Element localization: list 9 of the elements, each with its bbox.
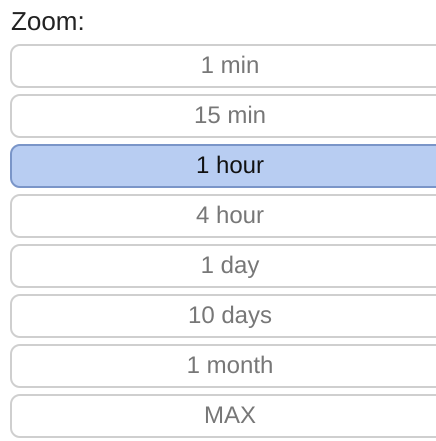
zoom-option-button[interactable]: 1 day bbox=[10, 244, 436, 288]
zoom-option-button[interactable]: 1 min bbox=[10, 44, 436, 88]
zoom-option-button[interactable]: 10 days bbox=[10, 294, 436, 338]
zoom-option-button[interactable]: 4 hour bbox=[10, 194, 436, 238]
zoom-option-button[interactable]: 1 month bbox=[10, 344, 436, 388]
zoom-label: Zoom: bbox=[11, 5, 85, 38]
zoom-option-button[interactable]: 15 min bbox=[10, 94, 436, 138]
zoom-option-button[interactable]: 1 hour bbox=[10, 144, 436, 188]
zoom-option-button[interactable]: MAX bbox=[10, 394, 436, 438]
